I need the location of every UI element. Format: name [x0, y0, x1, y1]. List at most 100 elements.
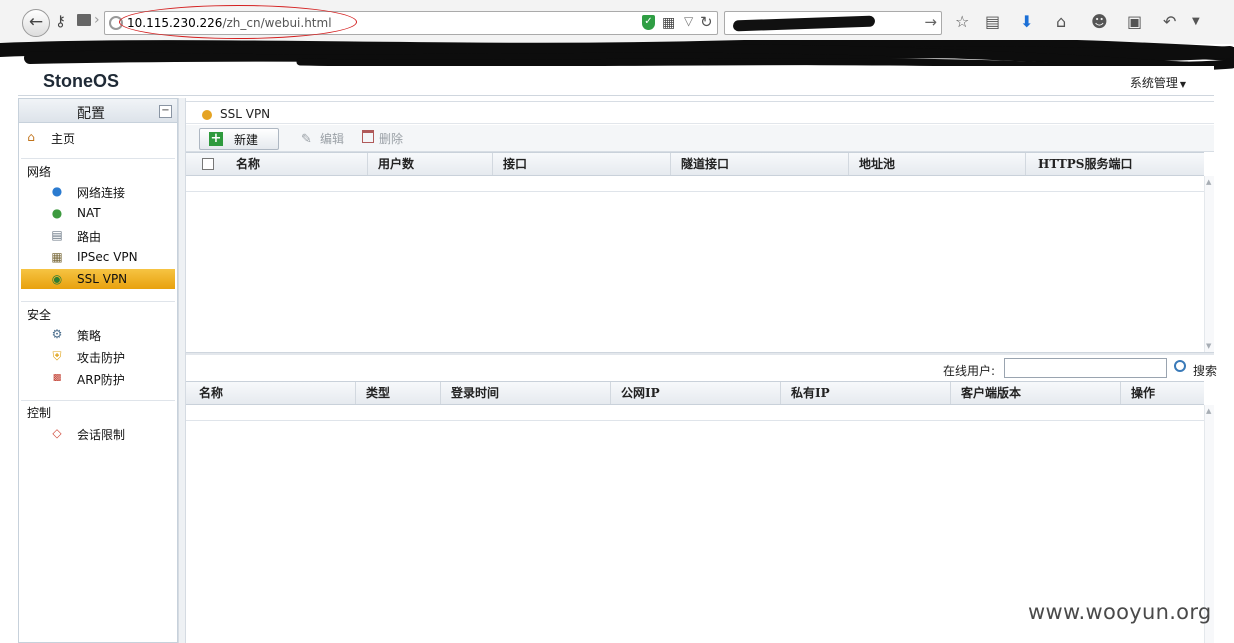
app-header: StoneOS 系统管理 ▼	[18, 66, 1214, 96]
new-button[interactable]: + 新建	[199, 128, 279, 150]
undo-icon[interactable]: ↶	[1163, 12, 1176, 31]
sidebar-item-policy[interactable]: ⚙ 策略	[21, 324, 175, 344]
sidebar-item-attack-defense[interactable]: ⛨ 攻击防护	[21, 346, 175, 366]
dropdown-arrow-icon[interactable]: ▽	[684, 14, 693, 28]
screenshot-icon[interactable]: ▣	[1127, 12, 1142, 31]
sidebar-item-ssl-vpn[interactable]: ◉ SSL VPN	[21, 269, 175, 289]
sidebar-header: 配置 −	[19, 99, 177, 123]
delete-button-label: 删除	[379, 132, 404, 146]
sidebar-group-network: 网络	[27, 165, 52, 179]
column-header-tunnel-interface[interactable]: 隧道接口	[671, 153, 849, 175]
shield-icon: ⛨	[52, 349, 62, 363]
new-button-label: 新建	[234, 133, 259, 147]
security-shield-icon[interactable]: ✓	[642, 15, 655, 30]
home-icon[interactable]: ⌂	[1056, 12, 1066, 31]
sidebar-item-label: 策略	[77, 329, 102, 343]
main-panel: SSL VPN + 新建 ✎ 编辑 删除 名称 用户数 接口 隧道接口 地址池 …	[186, 101, 1217, 643]
back-button[interactable]: ←	[22, 9, 50, 37]
search-button[interactable]: 搜索	[1193, 362, 1217, 379]
column-header-users[interactable]: 用户数	[368, 153, 493, 175]
reading-list-icon[interactable]: ▤	[985, 12, 1000, 31]
select-all-checkbox[interactable]	[202, 158, 214, 170]
reload-icon[interactable]: ↻	[700, 13, 713, 31]
sidebar-item-arp-defense[interactable]: ▩ ARP防护	[21, 368, 175, 388]
column-header-https-port[interactable]: HTTPS服务端口	[1026, 153, 1204, 175]
edit-button-label: 编辑	[320, 132, 345, 146]
column-header-name[interactable]: 名称	[226, 153, 368, 175]
sidebar-item-label: IPSec VPN	[77, 250, 138, 264]
grid-row-divider	[186, 420, 1204, 421]
sidebar-item-label: 主页	[51, 132, 76, 146]
sidebar-item-label: ARP防护	[77, 373, 125, 387]
qr-code-icon[interactable]: ▦	[662, 15, 675, 31]
sidebar-item-label: 路由	[77, 230, 102, 244]
sidebar-title: 配置	[77, 106, 105, 122]
vpn-grid-scrollbar[interactable]: ▲ ▼	[1204, 176, 1214, 352]
sidebar: 配置 − ⌂ 主页 网络 ● 网络连接 ● NAT ▤ 路由 ▦ IPSec V…	[18, 98, 178, 643]
globe-icon: ●	[51, 184, 63, 198]
policy-icon: ⚙	[51, 327, 63, 341]
arrow-right-icon[interactable]: →	[924, 13, 937, 31]
sidebar-item-label: NAT	[77, 206, 101, 220]
key-icon[interactable]: ⚷	[55, 12, 66, 30]
watermark: www.wooyun.org	[1028, 600, 1212, 624]
online-user-bar: 在线用户: 搜索	[186, 355, 1217, 381]
delete-button[interactable]: 删除	[362, 128, 412, 150]
column-header-login-time[interactable]: 登录时间	[441, 382, 611, 404]
sslvpn-icon: ◉	[51, 272, 63, 286]
sidebar-group-security: 安全	[27, 308, 52, 322]
add-icon: +	[209, 131, 223, 146]
edit-button[interactable]: ✎ 编辑	[301, 128, 351, 150]
back-arrow-icon: ←	[28, 12, 44, 32]
sidebar-item-label: 攻击防护	[77, 351, 126, 365]
panel-title-bar: SSL VPN	[186, 102, 1214, 124]
chat-icon[interactable]: ☻	[1091, 12, 1108, 31]
star-icon[interactable]: ☆	[955, 12, 969, 31]
system-menu-label: 系统管理	[1129, 76, 1178, 90]
session-limit-icon: ◇	[52, 426, 62, 440]
column-header-public-ip[interactable]: 公网IP	[611, 382, 781, 404]
page-icon[interactable]	[77, 14, 91, 26]
sidebar-item-label: SSL VPN	[77, 272, 128, 286]
sidebar-item-home[interactable]: ⌂ 主页	[21, 127, 175, 147]
scroll-up-icon[interactable]: ▲	[1206, 178, 1211, 186]
sidebar-item-ipsec-vpn[interactable]: ▦ IPSec VPN	[21, 247, 175, 267]
app-title: StoneOS	[43, 71, 120, 91]
browser-search-box[interactable]: →	[724, 11, 942, 35]
edit-pencil-icon: ✎	[301, 132, 312, 147]
menu-dropdown-icon[interactable]: ▼	[1192, 16, 1200, 27]
nat-globe-icon: ●	[51, 206, 63, 220]
sidebar-item-session-limit[interactable]: ◇ 会话限制	[21, 423, 175, 443]
arp-icon: ▩	[52, 373, 62, 383]
annotation-circle	[119, 5, 357, 39]
column-header-private-ip[interactable]: 私有IP	[781, 382, 951, 404]
online-user-grid-header: 名称 类型 登录时间 公网IP 私有IP 客户端版本 操作	[186, 381, 1204, 405]
column-header-operation[interactable]: 操作	[1121, 382, 1204, 404]
column-header-address-pool[interactable]: 地址池	[849, 153, 1026, 175]
scroll-up-icon[interactable]: ▲	[1206, 407, 1211, 415]
caret-down-icon: ▼	[1179, 80, 1186, 89]
system-menu[interactable]: 系统管理 ▼	[1130, 74, 1186, 91]
column-header-client-version[interactable]: 客户端版本	[951, 382, 1121, 404]
download-icon[interactable]: ⬇	[1020, 12, 1033, 31]
divider	[21, 400, 175, 401]
collapse-button[interactable]: −	[159, 105, 172, 118]
divider	[21, 158, 175, 159]
column-header-type[interactable]: 类型	[356, 382, 441, 404]
scroll-down-icon[interactable]: ▼	[1206, 342, 1211, 350]
sidebar-item-label: 网络连接	[77, 186, 126, 200]
sidebar-item-routing[interactable]: ▤ 路由	[21, 225, 175, 245]
sidebar-item-network-connection[interactable]: ● 网络连接	[21, 181, 175, 201]
trash-icon	[362, 130, 374, 143]
divider	[21, 301, 175, 302]
sidebar-splitter[interactable]	[178, 98, 186, 643]
sidebar-group-control: 控制	[27, 406, 52, 420]
address-bar[interactable]: 10.115.230.226/zh_cn/webui.html ✓ ▦ ▽ ↻	[104, 5, 718, 39]
online-user-search-input[interactable]	[1004, 358, 1167, 378]
sidebar-item-nat[interactable]: ● NAT	[21, 203, 175, 223]
column-header-name[interactable]: 名称	[186, 382, 356, 404]
column-header-interface[interactable]: 接口	[493, 153, 671, 175]
redaction-scribble	[732, 15, 876, 32]
search-icon[interactable]	[1174, 360, 1186, 372]
toolbar: + 新建 ✎ 编辑 删除	[186, 125, 1214, 152]
